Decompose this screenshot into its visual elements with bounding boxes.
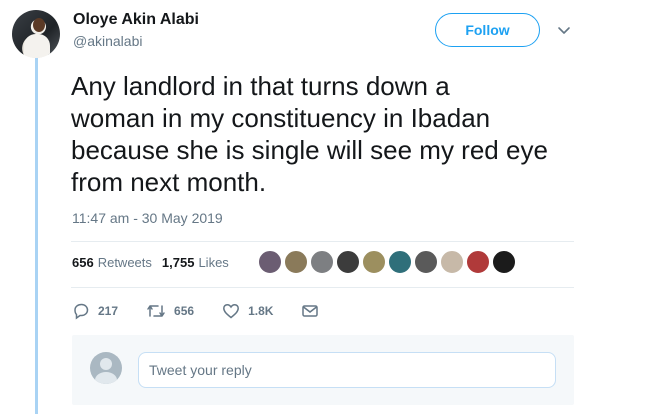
retweets-stat[interactable]: 656 Retweets: [72, 255, 152, 270]
tweet-stats: 656 Retweets 1,755 Likes: [72, 255, 229, 270]
tweet-actions: 217 656 1.8K: [72, 302, 355, 320]
avatar-body: [95, 372, 117, 384]
liker-avatar[interactable]: [336, 250, 360, 274]
retweet-button[interactable]: 656: [146, 302, 194, 320]
reply-composer: Tweet your reply: [72, 335, 574, 405]
liker-avatar[interactable]: [414, 250, 438, 274]
retweet-count: 656: [174, 304, 195, 318]
liker-avatar[interactable]: [310, 250, 334, 274]
liker-avatar[interactable]: [466, 250, 490, 274]
user-handle[interactable]: @akinalabi: [73, 33, 142, 49]
liker-avatar[interactable]: [258, 250, 282, 274]
divider: [71, 287, 574, 288]
tweet-timestamp[interactable]: 11:47 am - 30 May 2019: [72, 210, 223, 226]
retweet-icon: [147, 305, 165, 317]
tweet-text: Any landlord in that turns down a woman …: [71, 70, 631, 198]
liker-avatars: [258, 250, 518, 274]
likes-label: Likes: [198, 255, 229, 270]
avatar-head: [100, 358, 112, 370]
reply-avatar: [90, 352, 122, 384]
user-name[interactable]: Oloye Akin Alabi: [73, 11, 199, 29]
direct-message-button[interactable]: [301, 302, 327, 320]
like-count: 1.8K: [248, 304, 274, 318]
like-button[interactable]: 1.8K: [222, 302, 273, 320]
likes-count: 1,755: [161, 255, 195, 270]
likes-stat[interactable]: 1,755 Likes: [162, 255, 229, 270]
avatar[interactable]: [12, 10, 60, 58]
thread-line: [35, 56, 38, 414]
avatar-shirt: [24, 34, 50, 58]
chevron-down-icon[interactable]: [556, 22, 572, 38]
reply-button[interactable]: 217: [72, 302, 118, 320]
liker-avatar[interactable]: [362, 250, 386, 274]
retweets-label: Retweets: [97, 255, 152, 270]
liker-avatar[interactable]: [388, 250, 412, 274]
retweets-count: 656: [72, 255, 94, 270]
tweet-line: woman in my constituency in Ibadan: [71, 103, 491, 133]
envelope-icon: [302, 305, 319, 317]
liker-avatar[interactable]: [492, 250, 516, 274]
reply-input[interactable]: Tweet your reply: [138, 352, 556, 388]
tweet-line: Any landlord in that turns down a: [71, 71, 450, 101]
avatar-face: [33, 18, 45, 32]
divider: [71, 241, 574, 242]
reply-icon: [74, 303, 89, 320]
tweet-line: because she is single will see my red ey…: [71, 135, 548, 165]
follow-button[interactable]: Follow: [435, 13, 540, 47]
liker-avatar[interactable]: [440, 250, 464, 274]
reply-count: 217: [98, 304, 119, 318]
liker-avatar[interactable]: [284, 250, 308, 274]
heart-icon: [223, 303, 240, 319]
tweet-line: from next month.: [71, 167, 267, 197]
